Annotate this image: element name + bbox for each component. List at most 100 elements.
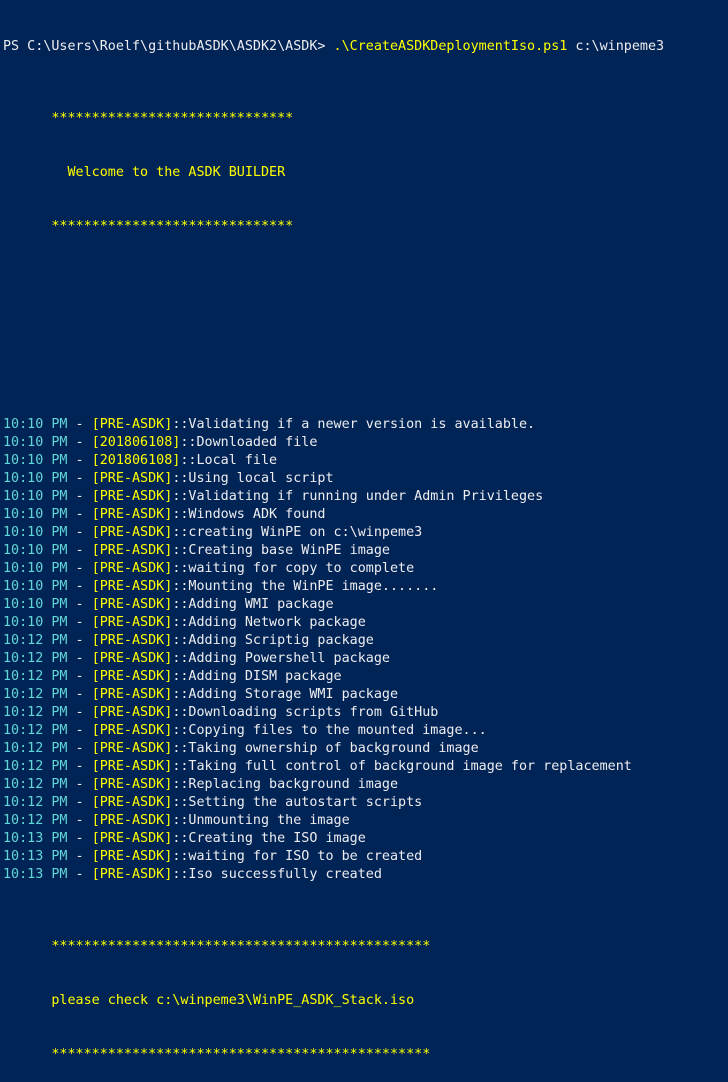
log-separator: - [67,615,92,630]
log-message: ::Adding WMI package [172,597,334,612]
log-tag: [PRE-ASDK] [91,867,173,882]
log-time: 10:13 PM [3,831,68,846]
powershell-console[interactable]: PS C:\Users\Roelf\githubASDK\ASDK2\ASDK>… [3,2,725,1062]
log-separator: - [67,597,92,612]
log-line: 10:13 PM - [PRE-ASDK]::waiting for ISO t… [3,848,725,866]
log-separator: - [67,705,92,720]
log-line: 10:10 PM - [PRE-ASDK]::Windows ADK found [3,506,725,524]
log-tag: [PRE-ASDK] [91,543,173,558]
log-time: 10:12 PM [3,741,68,756]
log-line: 10:13 PM - [PRE-ASDK]::Iso successfully … [3,866,725,884]
footer-line: ****************************************… [3,1047,431,1062]
log-time: 10:12 PM [3,687,68,702]
log-message: ::Setting the autostart scripts [172,795,423,810]
prompt-path: PS C:\Users\Roelf\githubASDK\ASDK2\ASDK> [3,39,334,54]
log-message: ::Unmounting the image [172,813,350,828]
log-time: 10:12 PM [3,723,68,738]
log-message: ::Copying files to the mounted image... [172,723,487,738]
log-output: 10:10 PM - [PRE-ASDK]::Validating if a n… [3,416,725,884]
log-message: ::Taking full control of background imag… [172,759,632,774]
log-message: ::Mounting the WinPE image....... [172,579,439,594]
log-separator: - [67,435,92,450]
log-line: 10:12 PM - [PRE-ASDK]::Unmounting the im… [3,812,725,830]
log-separator: - [67,651,92,666]
log-separator: - [67,579,92,594]
log-tag: [PRE-ASDK] [91,813,173,828]
log-separator: - [67,633,92,648]
log-time: 10:10 PM [3,597,68,612]
log-tag: [PRE-ASDK] [91,849,173,864]
log-separator: - [67,741,92,756]
log-line: 10:10 PM - [201806108]::Downloaded file [3,434,725,452]
log-time: 10:12 PM [3,777,68,792]
log-tag: [PRE-ASDK] [91,633,173,648]
log-separator: - [67,795,92,810]
log-separator: - [67,813,92,828]
log-time: 10:12 PM [3,759,68,774]
log-time: 10:10 PM [3,435,68,450]
log-line: 10:12 PM - [PRE-ASDK]::Downloading scrip… [3,704,725,722]
log-separator: - [67,453,92,468]
log-message: ::Downloaded file [180,435,318,450]
log-time: 10:10 PM [3,507,68,522]
log-time: 10:10 PM [3,417,68,432]
log-separator: - [67,759,92,774]
footer-message: please check c:\winpeme3\WinPE_ASDK_Stac… [3,993,415,1008]
log-line: 10:12 PM - [PRE-ASDK]::Setting the autos… [3,794,725,812]
banner-line: ****************************** [3,111,294,126]
log-time: 10:10 PM [3,471,68,486]
log-tag: [PRE-ASDK] [91,705,173,720]
log-tag: [PRE-ASDK] [91,777,173,792]
log-message: ::Adding DISM package [172,669,342,684]
log-line: 10:12 PM - [PRE-ASDK]::Taking full contr… [3,758,725,776]
log-tag: [PRE-ASDK] [91,651,173,666]
log-line: 10:10 PM - [PRE-ASDK]::Validating if run… [3,488,725,506]
log-separator: - [67,723,92,738]
banner-line: ****************************** [3,219,294,234]
log-message: ::Using local script [172,471,334,486]
log-tag: [PRE-ASDK] [91,687,173,702]
log-line: 10:10 PM - [201806108]::Local file [3,452,725,470]
log-tag: [PRE-ASDK] [91,615,173,630]
log-separator: - [67,777,92,792]
log-separator: - [67,525,92,540]
log-tag: [PRE-ASDK] [91,417,173,432]
log-tag: [201806108] [91,435,181,450]
log-message: ::creating WinPE on c:\winpeme3 [172,525,423,540]
log-message: ::Adding Network package [172,615,366,630]
log-separator: - [67,687,92,702]
log-message: ::Adding Storage WMI package [172,687,399,702]
log-tag: [PRE-ASDK] [91,795,173,810]
log-message: ::Iso successfully created [172,867,382,882]
log-time: 10:12 PM [3,633,68,648]
log-message: ::waiting for ISO to be created [172,849,423,864]
log-line: 10:12 PM - [PRE-ASDK]::Adding Storage WM… [3,686,725,704]
banner-title: Welcome to the ASDK BUILDER [3,165,286,180]
log-tag: [PRE-ASDK] [91,597,173,612]
log-time: 10:13 PM [3,867,68,882]
log-time: 10:10 PM [3,489,68,504]
log-separator: - [67,417,92,432]
log-tag: [PRE-ASDK] [91,471,173,486]
log-separator: - [67,669,92,684]
log-message: ::Validating if a newer version is avail… [172,417,536,432]
log-tag: [PRE-ASDK] [91,579,173,594]
log-time: 10:10 PM [3,525,68,540]
log-message: ::Local file [180,453,278,468]
log-message: ::Downloading scripts from GitHub [172,705,439,720]
log-line: 10:13 PM - [PRE-ASDK]::Creating the ISO … [3,830,725,848]
log-time: 10:13 PM [3,849,68,864]
log-time: 10:10 PM [3,453,68,468]
footer-line: ****************************************… [3,939,431,954]
log-line: 10:10 PM - [PRE-ASDK]::Creating base Win… [3,542,725,560]
log-line: 10:10 PM - [PRE-ASDK]::Adding Network pa… [3,614,725,632]
log-message: ::Adding Scriptig package [172,633,374,648]
log-time: 10:12 PM [3,651,68,666]
log-tag: [PRE-ASDK] [91,741,173,756]
log-line: 10:10 PM - [PRE-ASDK]::waiting for copy … [3,560,725,578]
log-tag: [PRE-ASDK] [91,831,173,846]
log-time: 10:12 PM [3,705,68,720]
log-tag: [PRE-ASDK] [91,507,173,522]
log-separator: - [67,867,92,882]
log-time: 10:10 PM [3,561,68,576]
